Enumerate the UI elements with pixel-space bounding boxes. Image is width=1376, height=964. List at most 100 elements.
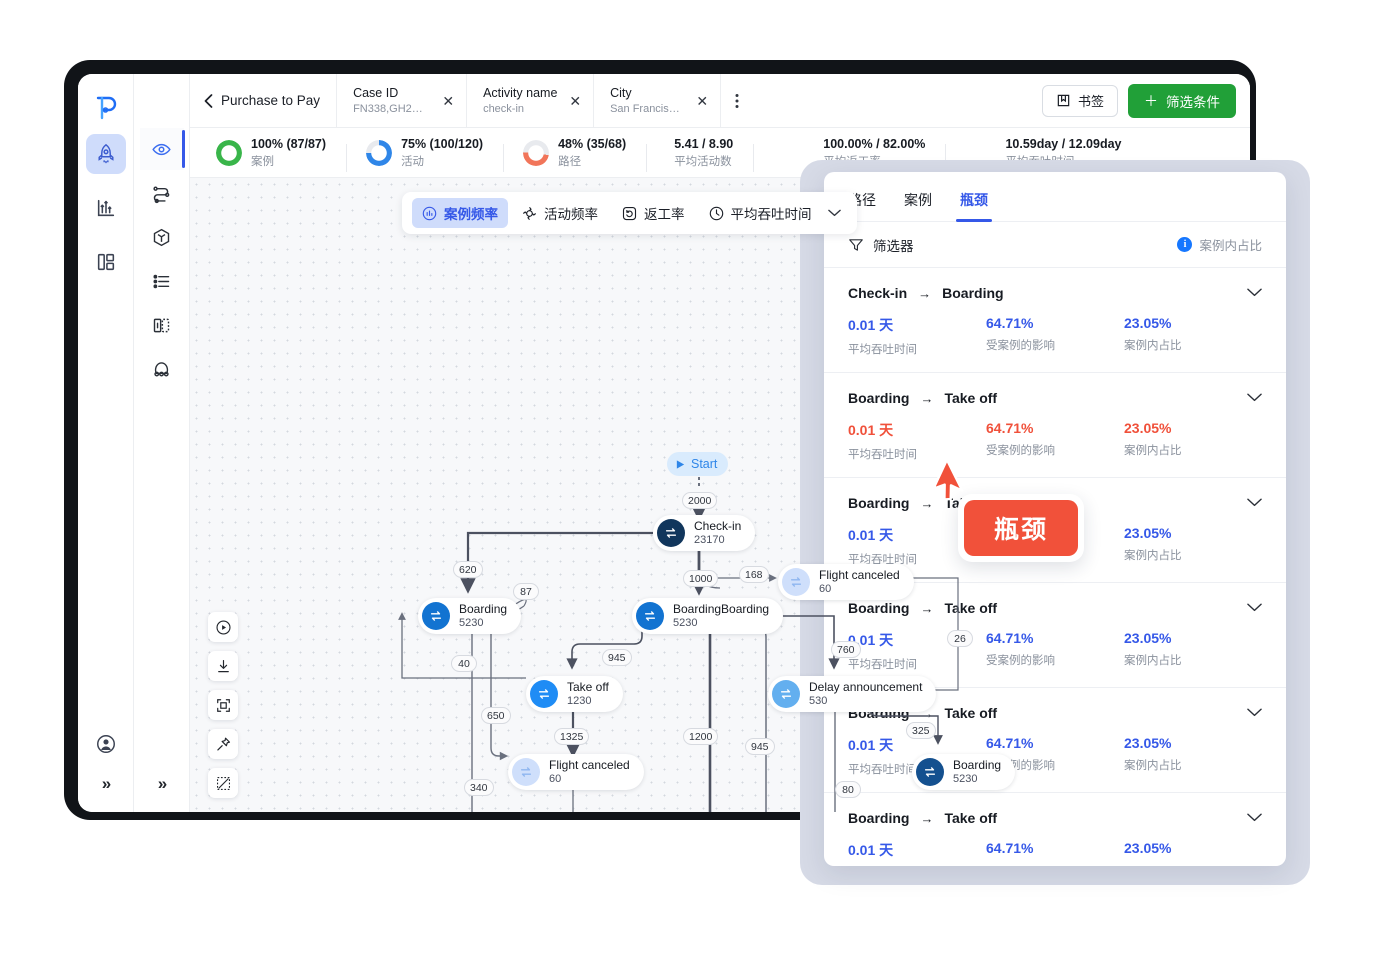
screenshot-stage: » » Purchase to Pay Case ID FN338,GH222.…: [0, 0, 1376, 964]
metric-tab-rework-rate[interactable]: 返工率: [612, 198, 695, 228]
account-button[interactable]: [86, 724, 126, 764]
sidebar-item-dashboard[interactable]: [86, 242, 126, 282]
pin-icon: [216, 737, 230, 751]
chip-text: City San Francisco,...: [610, 86, 680, 115]
metric-dropdown-button[interactable]: [826, 209, 847, 217]
kpi-value: 10.59day / 12.09day: [1005, 136, 1122, 151]
metric-tab-label: 平均吞吐时间: [730, 207, 812, 222]
flow-node[interactable]: Flight canceled 60: [508, 754, 644, 790]
filter-chip-activity-name[interactable]: Activity name check-in ✕: [467, 74, 595, 127]
close-icon[interactable]: ✕: [442, 94, 454, 108]
close-icon[interactable]: ✕: [696, 94, 708, 108]
kebab-menu-icon: [735, 93, 739, 108]
node-text: Flight canceled 60: [819, 568, 900, 595]
kpi-text: 75% (100/120) 活动: [401, 137, 483, 169]
flow-node[interactable]: Delay announcement 530: [768, 676, 937, 712]
strip-item-network[interactable]: [140, 348, 184, 390]
edge-label: 340: [464, 779, 494, 796]
kpi-cases[interactable]: 100% (87/87) 案例: [196, 137, 346, 169]
metric-value: 64.71%: [986, 840, 1034, 856]
strip-item-compare[interactable]: [140, 304, 184, 346]
node-count: 5230: [673, 616, 698, 629]
app-logo[interactable]: [93, 82, 119, 134]
node-name: Delay announcement: [809, 679, 923, 694]
flow-edges: [398, 477, 959, 812]
kpi-avg-activities[interactable]: 5.41 / 8.90 平均活动数: [646, 136, 753, 172]
add-filter-button[interactable]: ＋ 筛选条件: [1128, 83, 1236, 118]
node-text: BoardingBoarding 5230: [673, 602, 769, 629]
chip-value: San Francisco,...: [610, 103, 681, 115]
node-text: Boarding 5230: [953, 757, 1002, 785]
edge-label: 945: [602, 649, 632, 666]
flow-node[interactable]: Flight canceled 60: [778, 564, 914, 600]
metric-tab-label: 活动频率: [544, 207, 598, 222]
filter-chip-case-id[interactable]: Case ID FN338,GH222... ✕: [337, 74, 468, 127]
chip-text: Case ID FN338,GH222...: [353, 86, 426, 115]
strip-expand-button[interactable]: »: [158, 774, 168, 794]
activity-icon: [530, 680, 558, 708]
cube-icon: [153, 228, 170, 246]
edge-label: 650: [481, 707, 511, 724]
top-toolbar: Purchase to Pay Case ID FN338,GH222... ✕…: [190, 74, 1250, 128]
node-text: Check-in 23170: [694, 519, 741, 546]
flow-node[interactable]: BoardingBoarding 5230: [632, 598, 784, 634]
strip-item-eye[interactable]: [139, 128, 185, 170]
metric-tab-case-frequency[interactable]: 案例频率: [412, 198, 508, 228]
breadcrumb[interactable]: Purchase to Pay: [190, 74, 338, 127]
close-icon[interactable]: ✕: [569, 94, 581, 108]
flow-node[interactable]: Take off 1230: [526, 676, 623, 712]
filter-chip-city[interactable]: City San Francisco,... ✕: [594, 74, 722, 127]
edge-label: 945: [745, 738, 775, 755]
process-map-canvas[interactable]: 案例频率 活动频率 返工率 平均吞吐时间 Start Check-in 2317…: [190, 178, 1250, 812]
activity-icon: [512, 758, 540, 786]
metric-share: 23.05%: [1124, 840, 1262, 860]
kpi-activities[interactable]: 75% (100/120) 活动: [346, 137, 503, 172]
swap-icon: [780, 689, 792, 699]
metric-value: 23.05%: [1124, 840, 1172, 856]
more-options-button[interactable]: [721, 74, 753, 127]
select-area-button[interactable]: [208, 768, 238, 798]
play-animation-button[interactable]: [208, 612, 238, 642]
node-count: 60: [819, 582, 832, 595]
activity-frequency-icon: [522, 206, 537, 220]
flow-start-node[interactable]: Start: [667, 452, 729, 476]
node-count: 23170: [694, 533, 725, 546]
node-text: Flight canceled 60: [549, 758, 630, 785]
metric-throughput: 0.01 天: [848, 840, 986, 860]
kpi-paths[interactable]: 48% (35/68) 路径: [503, 137, 646, 172]
edge-label: 760: [831, 641, 861, 658]
metric-impact: 64.71%: [986, 840, 1124, 860]
edge-label: 26: [947, 630, 973, 647]
mouse-cursor-icon: [936, 462, 964, 501]
bookmark-button[interactable]: 书签: [1041, 84, 1118, 117]
kpi-label: 活动: [401, 155, 425, 168]
activity-icon: [772, 680, 800, 708]
eye-icon: [152, 143, 171, 155]
sidebar-item-analytics[interactable]: [86, 188, 126, 228]
strip-item-cube[interactable]: [140, 216, 184, 258]
flow-node[interactable]: Check-in 23170: [653, 515, 756, 551]
sidebar-item-rocket[interactable]: [85, 134, 126, 174]
kpi-text: 48% (35/68) 路径: [558, 137, 626, 169]
node-name: Boarding: [953, 757, 1002, 772]
chip-label: Case ID: [353, 86, 399, 100]
strip-item-list[interactable]: [140, 260, 184, 302]
add-filter-label: 筛选条件: [1166, 94, 1220, 110]
activity-icon: [782, 568, 810, 596]
rocket-icon: [97, 143, 114, 164]
bar-chart-icon: [97, 199, 114, 217]
flow-node[interactable]: Boarding 5230: [912, 754, 1016, 790]
metric-tab-activity-frequency[interactable]: 活动频率: [512, 198, 608, 228]
rail-expand-button[interactable]: »: [102, 774, 112, 794]
kpi-value: 5.41 / 8.90: [674, 136, 734, 151]
list-icon: [153, 274, 170, 288]
activity-icon: [916, 758, 944, 786]
pin-button[interactable]: [208, 729, 238, 759]
flow-node[interactable]: Boarding 5230: [418, 598, 522, 634]
strip-item-route[interactable]: [140, 172, 184, 214]
chip-value: check-in: [483, 103, 525, 115]
fit-screen-button[interactable]: [208, 690, 238, 720]
metric-tab-avg-throughput[interactable]: 平均吞吐时间: [699, 198, 822, 228]
download-button[interactable]: [208, 651, 238, 681]
